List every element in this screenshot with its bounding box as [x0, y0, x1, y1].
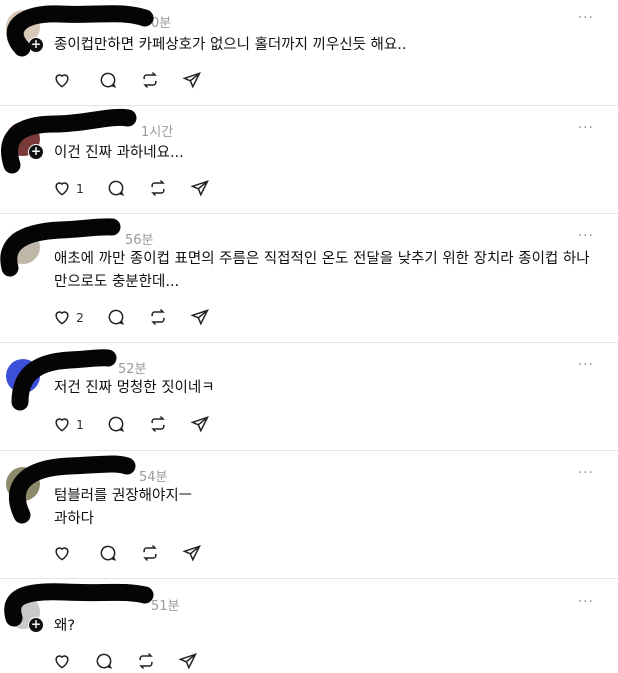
- share-icon: [182, 545, 201, 562]
- reply-actions: 1: [52, 176, 232, 200]
- comment-button[interactable]: [106, 307, 126, 327]
- follow-plus-icon[interactable]: +: [28, 144, 44, 160]
- share-button[interactable]: [182, 70, 202, 90]
- reply-item: 52분 ··· 저건 진짜 멍청한 짓이네ㅋ 1: [0, 343, 618, 451]
- share-icon: [190, 309, 209, 326]
- reply-item: 56분 ··· 애초에 까만 종이컵 표면의 주름은 직접적인 온도 전달을 낮…: [0, 214, 618, 343]
- comment-button[interactable]: [98, 70, 118, 90]
- repost-button[interactable]: [148, 178, 168, 198]
- repost-button[interactable]: [140, 70, 160, 90]
- share-icon: [182, 72, 201, 89]
- reply-text: 종이컵만하면 카페상호가 없으니 홀더까지 끼우신듯 해요..: [54, 37, 407, 53]
- share-button[interactable]: [190, 414, 210, 434]
- reply-text: 저건 진짜 멍청한 짓이네ㅋ: [54, 380, 215, 396]
- comment-icon: [108, 309, 125, 325]
- heart-icon: [55, 311, 69, 325]
- share-icon: [178, 653, 197, 670]
- share-button[interactable]: [190, 178, 210, 198]
- repost-icon: [143, 544, 157, 562]
- comment-button[interactable]: [98, 543, 118, 563]
- follow-plus-icon[interactable]: +: [28, 617, 44, 633]
- reply-actions: [52, 649, 220, 673]
- like-count: 1: [76, 416, 84, 432]
- share-icon: [190, 180, 209, 197]
- reply-actions: 2: [52, 305, 232, 329]
- heart-icon: [55, 182, 69, 196]
- repost-button[interactable]: [148, 307, 168, 327]
- repost-button[interactable]: [148, 414, 168, 434]
- comment-icon: [108, 416, 125, 432]
- like-button[interactable]: [52, 651, 72, 671]
- like-button[interactable]: 2: [52, 307, 84, 327]
- like-count: 2: [76, 309, 84, 325]
- comment-icon: [100, 545, 117, 561]
- repost-icon: [139, 652, 153, 670]
- reply-text: 애초에 까만 종이컵 표면의 주름은 직접적인 온도 전달을 낮추기 위한 장치…: [54, 251, 590, 290]
- repost-button[interactable]: [140, 543, 160, 563]
- reply-item: 54분 ··· 텀블러를 권장해야지ㅡ 과하다: [0, 451, 618, 579]
- share-icon: [190, 416, 209, 433]
- like-button[interactable]: 1: [52, 414, 84, 434]
- reply-text: 왜?: [54, 618, 76, 634]
- repost-icon: [151, 179, 165, 197]
- reply-item: + 51분 ··· 왜?: [0, 579, 618, 670]
- reply-time: 0분: [151, 16, 172, 31]
- reply-feed: + 0분 ··· 종이컵만하면 카페상호가 없으니 홀더까지 끼우신듯 해요..…: [0, 0, 618, 670]
- heart-icon: [55, 418, 69, 432]
- comment-button[interactable]: [106, 414, 126, 434]
- reply-actions: [52, 541, 224, 565]
- reply-actions: 1: [52, 412, 232, 436]
- heart-icon: [55, 74, 69, 88]
- repost-icon: [151, 415, 165, 433]
- more-icon[interactable]: ···: [578, 594, 594, 610]
- comment-icon: [96, 653, 113, 669]
- avatar[interactable]: [6, 467, 40, 501]
- reply-time: 51분: [151, 599, 180, 614]
- like-button[interactable]: [52, 543, 76, 563]
- repost-button[interactable]: [136, 651, 156, 671]
- comment-button[interactable]: [94, 651, 114, 671]
- reply-time: 52분: [118, 362, 147, 377]
- comment-icon: [108, 180, 125, 196]
- heart-icon: [55, 655, 69, 669]
- reply-item: + 1시간 ··· 이건 진짜 과하네요... 1: [0, 106, 618, 214]
- more-icon[interactable]: ···: [578, 357, 594, 373]
- follow-plus-icon[interactable]: +: [28, 37, 44, 53]
- reply-text: 텀블러를 권장해야지ㅡ 과하다: [54, 488, 193, 527]
- like-button[interactable]: 1: [52, 178, 84, 198]
- repost-icon: [143, 71, 157, 89]
- avatar[interactable]: [6, 230, 40, 264]
- heart-icon: [55, 547, 69, 561]
- more-icon[interactable]: ···: [578, 120, 594, 136]
- reply-time: 1시간: [141, 125, 174, 140]
- like-button[interactable]: [52, 70, 76, 90]
- like-count: 1: [76, 180, 84, 196]
- repost-icon: [151, 308, 165, 326]
- share-button[interactable]: [182, 543, 202, 563]
- reply-time: 54분: [139, 470, 168, 485]
- more-icon[interactable]: ···: [578, 10, 594, 26]
- avatar[interactable]: [6, 359, 40, 393]
- share-button[interactable]: [178, 651, 198, 671]
- reply-text: 이건 진짜 과하네요...: [54, 145, 184, 161]
- comment-button[interactable]: [106, 178, 126, 198]
- more-icon[interactable]: ···: [578, 228, 594, 244]
- more-icon[interactable]: ···: [578, 465, 594, 481]
- share-button[interactable]: [190, 307, 210, 327]
- comment-icon: [100, 72, 117, 88]
- reply-time: 56분: [125, 233, 154, 248]
- reply-item: + 0분 ··· 종이컵만하면 카페상호가 없으니 홀더까지 끼우신듯 해요..: [0, 0, 618, 106]
- reply-actions: [52, 68, 224, 92]
